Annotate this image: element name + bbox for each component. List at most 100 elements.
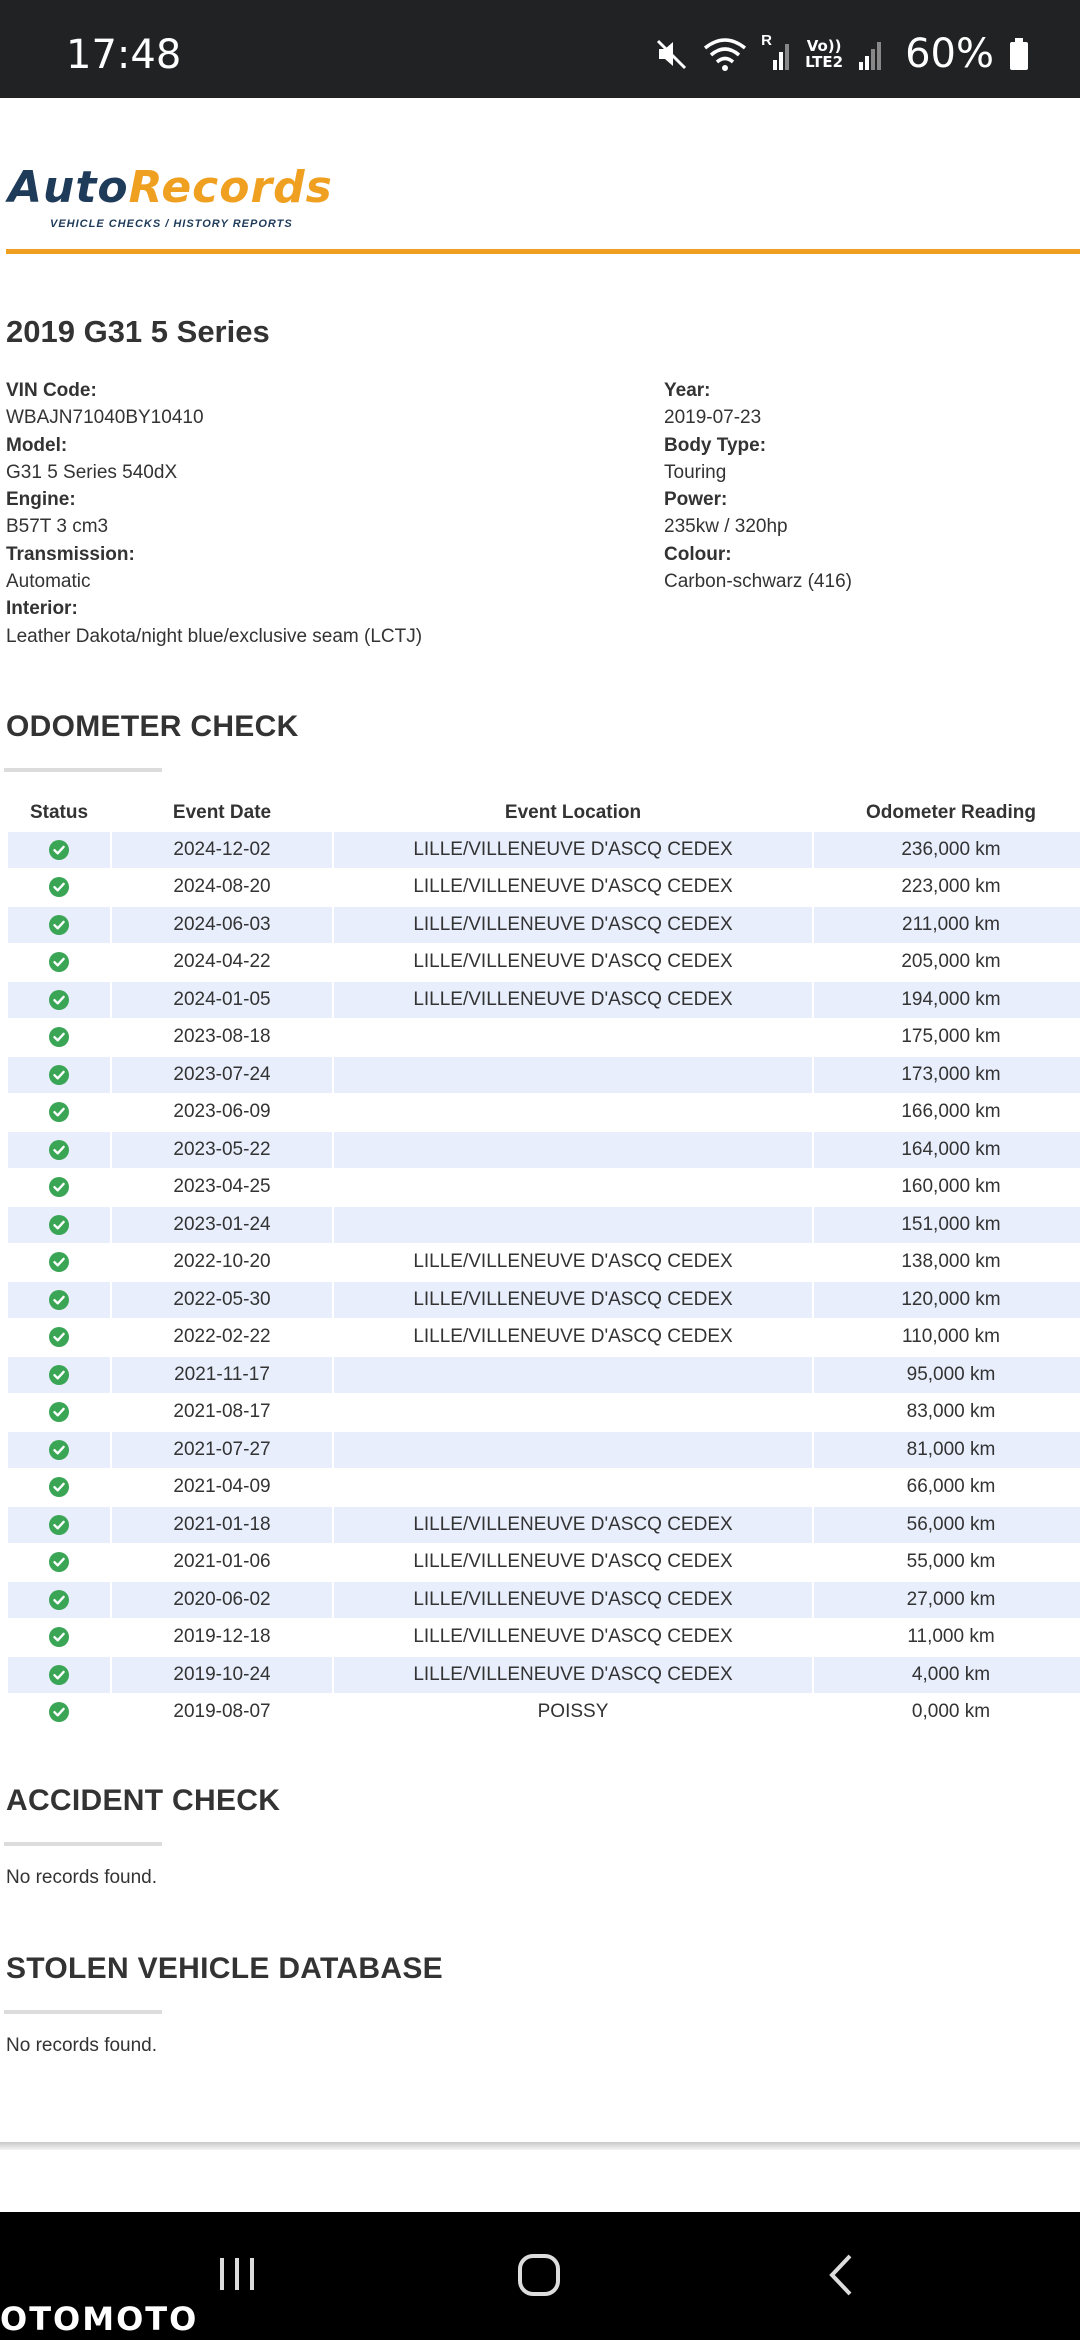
odometer-reading-cell: 175,000 km — [901, 1026, 1001, 1048]
event-date-cell: 2022-02-22 — [173, 1326, 271, 1348]
section-divider — [4, 1842, 162, 1846]
status-cell — [8, 1582, 110, 1618]
spec-value: 235kw / 320hp — [664, 516, 788, 538]
table-row: 2024-04-22 LILLE/VILLENEUVE D'ASCQ CEDEX 2… — [8, 945, 1080, 981]
event-date-cell: 2021-07-27 — [112, 1432, 332, 1468]
event-location-cell — [334, 1207, 812, 1243]
check-circle-icon — [49, 1064, 69, 1085]
status-cell — [8, 1132, 110, 1168]
spec-value: 2019-07-23 — [664, 407, 762, 429]
spec-value: Touring — [664, 461, 727, 483]
table-row: 2021-04-09 66,000 km — [8, 1470, 1080, 1506]
odometer-reading-cell: 110,000 km — [902, 1326, 1000, 1348]
event-date-cell: 2021-08-17 — [173, 1401, 271, 1423]
event-location-cell — [334, 1170, 812, 1206]
status-cell — [8, 1395, 110, 1431]
event-date-cell: 2024-12-02 — [112, 832, 332, 868]
status-cell — [8, 1245, 110, 1281]
check-circle-icon — [49, 1702, 69, 1723]
event-date-cell: 2021-01-18 — [112, 1507, 332, 1543]
event-date-cell: 2022-10-20 — [173, 1251, 271, 1273]
table-row: 2019-10-24 LILLE/VILLENEUVE D'ASCQ CEDEX 4… — [8, 1657, 1080, 1693]
check-circle-icon — [49, 1214, 69, 1235]
volte-icon: Vo)) LTE2 — [805, 37, 844, 71]
odometer-reading-cell: 223,000 km — [901, 876, 1001, 898]
home-icon[interactable] — [516, 2252, 562, 2298]
odometer-reading-cell: 211,000 km — [814, 907, 1080, 943]
table-row: 2019-12-18 LILLE/VILLENEUVE D'ASCQ CEDEX 1… — [8, 1620, 1080, 1656]
event-location-cell: POISSY — [537, 1701, 609, 1723]
stolen-no-records: No records found. — [6, 2035, 158, 2056]
event-date-cell: 2022-05-30 — [112, 1282, 332, 1318]
table-row: 2023-01-24 151,000 km — [8, 1207, 1080, 1243]
status-cell — [8, 1095, 110, 1131]
status-cell — [8, 832, 110, 868]
event-date-cell: 2024-06-03 — [112, 907, 332, 943]
spec-label: Engine: — [6, 489, 76, 511]
check-circle-icon — [49, 1139, 69, 1160]
check-circle-icon — [49, 1552, 69, 1573]
battery-icon — [1010, 38, 1028, 70]
check-circle-icon — [49, 1252, 69, 1273]
vehicle-specs-left: VIN Code: WBAJN71040BY10410 Model: G31 5… — [6, 377, 422, 650]
check-circle-icon — [49, 1364, 69, 1385]
table-row: 2023-07-24 173,000 km — [8, 1057, 1080, 1093]
status-cell — [8, 1282, 110, 1318]
event-location-cell: LILLE/VILLENEUVE D'ASCQ CEDEX — [334, 1282, 812, 1318]
status-cell — [8, 1470, 110, 1506]
event-date-cell: 2021-11-17 — [112, 1357, 332, 1393]
odometer-reading-cell: 27,000 km — [814, 1582, 1080, 1618]
event-date-cell: 2023-06-09 — [173, 1101, 271, 1123]
check-circle-icon — [49, 1477, 69, 1498]
check-circle-icon — [49, 1027, 69, 1048]
otomoto-watermark: OTOMOTO — [0, 2300, 199, 2338]
check-circle-icon — [49, 1514, 69, 1535]
event-location-cell: LILLE/VILLENEUVE D'ASCQ CEDEX — [334, 1657, 812, 1693]
odometer-section-title: ODOMETER CHECK — [6, 710, 299, 743]
spec-label: Power: — [664, 489, 728, 511]
column-header-status: Status — [29, 802, 89, 823]
event-date-cell: 2023-04-25 — [173, 1176, 271, 1198]
event-location-cell: LILLE/VILLENEUVE D'ASCQ CEDEX — [334, 907, 812, 943]
event-location-cell: LILLE/VILLENEUVE D'ASCQ CEDEX — [334, 832, 812, 868]
mute-icon — [657, 39, 687, 70]
event-date-cell: 2023-01-24 — [112, 1207, 332, 1243]
event-location-cell — [334, 1395, 812, 1431]
spec-value: G31 5 Series 540dX — [6, 461, 178, 483]
back-icon[interactable] — [824, 2252, 858, 2298]
check-circle-icon — [49, 952, 69, 973]
recent-apps-icon[interactable] — [214, 2252, 260, 2296]
table-row: 2024-06-03 LILLE/VILLENEUVE D'ASCQ CEDEX 2… — [8, 907, 1080, 943]
event-location-cell — [334, 1095, 812, 1131]
check-circle-icon — [49, 1402, 69, 1423]
event-location-cell — [334, 1057, 812, 1093]
event-location-cell: LILLE/VILLENEUVE D'ASCQ CEDEX — [413, 1326, 733, 1348]
check-circle-icon — [49, 1664, 69, 1685]
autorecords-logo[interactable]: AutoRecords VEHICLE CHECKS / HISTORY REP… — [8, 162, 333, 230]
section-divider — [4, 2010, 162, 2014]
status-cell — [8, 1695, 110, 1731]
spec-label: Transmission: — [6, 543, 135, 565]
event-date-cell: 2020-06-02 — [112, 1582, 332, 1618]
odometer-reading-cell: 120,000 km — [814, 1282, 1080, 1318]
odometer-reading-cell: 0,000 km — [911, 1701, 991, 1723]
table-row: 2021-01-18 LILLE/VILLENEUVE D'ASCQ CEDEX 5… — [8, 1507, 1080, 1543]
spec-label: Model: — [6, 434, 68, 456]
section-divider — [4, 768, 162, 772]
event-date-cell: 2019-12-18 — [173, 1626, 271, 1648]
accident-no-records: No records found. — [6, 1867, 158, 1888]
status-icons: R Vo)) LTE2 60% — [655, 31, 1030, 77]
status-cell — [8, 1432, 110, 1468]
status-cell — [8, 1170, 110, 1206]
spec-label: VIN Code: — [6, 380, 97, 401]
status-cell — [8, 1507, 110, 1543]
event-date-cell: 2021-01-06 — [173, 1551, 271, 1573]
odometer-reading-cell: 4,000 km — [814, 1657, 1080, 1693]
event-location-cell — [334, 1470, 812, 1506]
web-page: AutoRecords VEHICLE CHECKS / HISTORY REP… — [0, 98, 1080, 2212]
odometer-reading-cell: 138,000 km — [901, 1251, 1001, 1273]
vehicle-specs-right: Year: 2019-07-23 Body Type: Touring Powe… — [664, 377, 852, 595]
table-row: 2024-01-05 LILLE/VILLENEUVE D'ASCQ CEDEX 1… — [8, 982, 1080, 1018]
table-row: 2023-08-18 175,000 km — [8, 1020, 1080, 1056]
spec-label: Body Type: — [664, 434, 767, 456]
